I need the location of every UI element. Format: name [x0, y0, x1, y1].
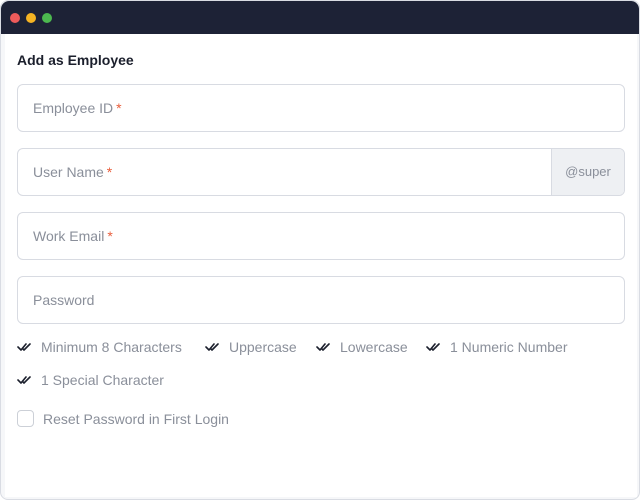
window-titlebar: [1, 1, 639, 34]
password-input[interactable]: Password: [17, 276, 625, 324]
password-rule-label: 1 Numeric Number: [450, 339, 568, 355]
double-check-icon: [426, 343, 440, 351]
maximize-window-button[interactable]: [42, 13, 52, 23]
work-email-placeholder: Work Email *: [33, 228, 113, 244]
user-name-domain-suffix: @super: [551, 149, 624, 195]
password-rule: 1 Numeric Number: [426, 339, 567, 355]
password-rule-label: Minimum 8 Characters: [41, 339, 182, 355]
app-window: Add as Employee Employee ID * User Name * …: [0, 0, 640, 500]
employee-id-input[interactable]: Employee ID *: [17, 84, 625, 132]
password-rule: 1 Special Character: [17, 372, 164, 388]
reset-password-checkbox[interactable]: [17, 410, 34, 427]
work-email-input[interactable]: Work Email *: [17, 212, 625, 260]
user-name-input[interactable]: User Name * @super: [17, 148, 625, 196]
reset-password-label: Reset Password in First Login: [43, 410, 229, 427]
user-name-placeholder: User Name *: [33, 164, 113, 180]
password-rule-label: Lowercase: [340, 339, 408, 355]
double-check-icon: [17, 376, 31, 384]
password-rule: Lowercase: [316, 339, 408, 355]
password-rule: Minimum 8 Characters: [17, 339, 182, 355]
double-check-icon: [17, 343, 31, 351]
password-rule-label: 1 Special Character: [41, 372, 164, 388]
password-rule-label: Uppercase: [229, 339, 297, 355]
employee-id-placeholder: Employee ID *: [33, 100, 122, 116]
required-mark: *: [107, 228, 113, 244]
minimize-window-button[interactable]: [26, 13, 36, 23]
form-title: Add as Employee: [17, 52, 134, 68]
required-mark: *: [106, 164, 113, 180]
double-check-icon: [316, 343, 330, 351]
required-mark: *: [116, 100, 122, 116]
password-rule: Uppercase: [205, 339, 297, 355]
password-placeholder: Password: [33, 292, 95, 308]
double-check-icon: [205, 343, 219, 351]
reset-password-option[interactable]: Reset Password in First Login: [17, 410, 229, 427]
close-window-button[interactable]: [10, 13, 20, 23]
form-panel: Add as Employee Employee ID * User Name * …: [5, 34, 637, 497]
